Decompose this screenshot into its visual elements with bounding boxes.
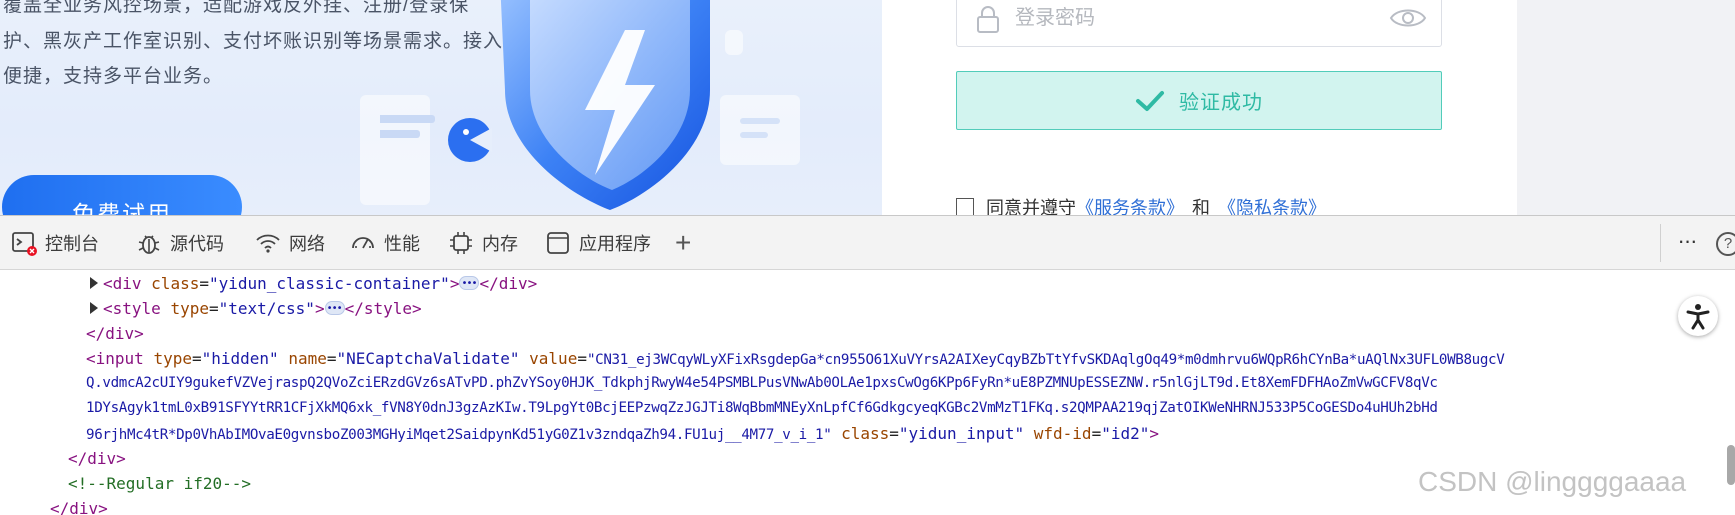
tag-bracket: > [314, 299, 325, 318]
accessibility-icon [1686, 304, 1710, 330]
bug-icon [138, 235, 160, 254]
tab-memory-label: 内存 [482, 234, 518, 254]
hero-description-line: 便捷，支持多平台业务。 [3, 66, 224, 87]
tag-open: <style [103, 299, 171, 318]
terms-agreement: 同意并遵守 《服务条款》 和 《隐私条款》 [956, 194, 1326, 215]
collapsed-ellipsis-icon[interactable] [324, 296, 345, 321]
hero-description-line: 覆盖全业务风控场景，适配游戏反外挂、注册/登录保 [3, 0, 470, 16]
password-input[interactable] [1015, 0, 1355, 46]
tab-memory[interactable]: 内存 [448, 216, 518, 270]
dom-node-line[interactable]: <div class="yidun_classic-container"></d… [90, 271, 537, 296]
gauge-icon [352, 237, 374, 249]
hero-description-line: 护、黑灰产工作室识别、支付坏账识别等场景需求。接入 [3, 31, 504, 52]
tab-sources-label: 源代码 [170, 234, 224, 254]
page-side-background [1517, 0, 1735, 215]
csdn-watermark: CSDN @linggggaaaa [1418, 466, 1687, 497]
add-tool-button[interactable]: + [675, 216, 691, 270]
tab-sources[interactable]: 源代码 [136, 216, 224, 270]
eye-icon[interactable] [1389, 5, 1427, 31]
attribute-value: 96rjhMc4tR*Dp0VhAbIMOvaE0gvnsboZ003MGHyi… [86, 427, 832, 443]
attribute-value: "NECaptchaValidate" [336, 349, 520, 368]
application-icon [547, 232, 569, 254]
checkmark-icon [1136, 90, 1164, 111]
dom-node-line[interactable]: <input type="hidden" name="NECaptchaVali… [86, 346, 1505, 373]
tab-console[interactable]: 控制台 [11, 216, 99, 270]
dom-node-line[interactable]: </div> [86, 321, 144, 346]
attribute-name: type [153, 349, 192, 368]
attribute-name: type [170, 299, 209, 318]
tab-performance[interactable]: 性能 [350, 216, 420, 270]
devtools-tab-bar: 控制台 源代码 网络 性能 内存 应用程序 + ··· ? [0, 216, 1735, 270]
attribute-value-wrap: 96rjhMc4tR*Dp0VhAbIMOvaE0gvnsboZ003MGHyi… [86, 424, 1160, 443]
tab-application[interactable]: 应用程序 [545, 216, 651, 270]
agree-label: 同意并遵守 [986, 198, 1076, 215]
agree-checkbox[interactable] [956, 198, 974, 215]
attribute-value: "id2" [1101, 424, 1150, 443]
tag-open: <div [103, 274, 152, 293]
tag-bracket: > [1149, 424, 1160, 443]
agree-and-text: 和 [1192, 198, 1210, 215]
attribute-value: "CN31_ej3WCqyWLyXFixRsgdepGa*cn955O61XuV… [586, 352, 1505, 368]
tag-close: </style> [344, 299, 422, 318]
attribute-name: name [288, 349, 327, 368]
tab-application-label: 应用程序 [579, 234, 651, 254]
devtools-scrollbar[interactable] [1727, 445, 1735, 485]
webpage-viewport: 覆盖全业务风控场景，适配游戏反外挂、注册/登录保 护、黑灰产工作室识别、支付坏账… [0, 0, 1735, 215]
dom-node-line[interactable]: </div> [68, 446, 126, 471]
tag-bracket: > [449, 274, 460, 293]
tab-performance-label: 性能 [384, 234, 420, 254]
tab-network-label: 网络 [289, 234, 325, 254]
password-field[interactable] [956, 0, 1442, 47]
tab-console-label: 控制台 [45, 234, 99, 254]
dom-comment-line[interactable]: <!--Regular if20--> [68, 471, 251, 496]
expand-triangle-icon[interactable] [90, 302, 98, 314]
attribute-value: "text/css" [218, 299, 315, 318]
wifi-icon [256, 234, 280, 253]
help-icon[interactable]: ? [1716, 232, 1735, 256]
accessibility-button[interactable] [1678, 296, 1718, 336]
more-tools-button[interactable]: ··· [1672, 228, 1702, 258]
verify-success-text: 验证成功 [1179, 92, 1263, 114]
terms-of-service-link[interactable]: 《服务条款》 [1076, 194, 1184, 215]
privacy-policy-link[interactable]: 《隐私条款》 [1218, 194, 1326, 215]
captcha-verify-box[interactable]: 验证成功 [956, 71, 1442, 130]
toolbar-divider [1660, 224, 1661, 262]
attribute-value: "yidun_input" [898, 424, 1025, 443]
chip-icon [450, 232, 472, 254]
console-icon [12, 232, 37, 256]
attribute-name: wfd-id [1033, 424, 1092, 443]
attribute-value-wrap: Q.vdmcA2cUIY9gukefVZVejraspQ2QVoZciERzdG… [86, 375, 1438, 391]
attribute-name: value [529, 349, 578, 368]
attribute-value: "hidden" [201, 349, 279, 368]
lock-icon [977, 6, 999, 33]
attribute-value: "yidun_classic-container" [208, 274, 450, 293]
attribute-value-wrap: 1DYsAgyk1tmL0xB91SFYYtRR1CFjXkMQ6xk_fVN8… [86, 400, 1438, 416]
expand-triangle-icon[interactable] [90, 277, 98, 289]
tag-open: <input [86, 349, 154, 368]
free-trial-button[interactable]: 免费试用 [2, 175, 242, 215]
tag-close: </div> [479, 274, 538, 293]
tab-network[interactable]: 网络 [255, 216, 325, 270]
dom-node-line[interactable]: <style type="text/css"></style> [90, 296, 422, 321]
hero-section: 覆盖全业务风控场景，适配游戏反外挂、注册/登录保 护、黑灰产工作室识别、支付坏账… [0, 0, 882, 215]
attribute-name: class [841, 424, 890, 443]
attribute-name: class [151, 274, 200, 293]
collapsed-ellipsis-icon[interactable] [459, 271, 480, 296]
dom-node-line[interactable]: </div> [50, 496, 108, 515]
